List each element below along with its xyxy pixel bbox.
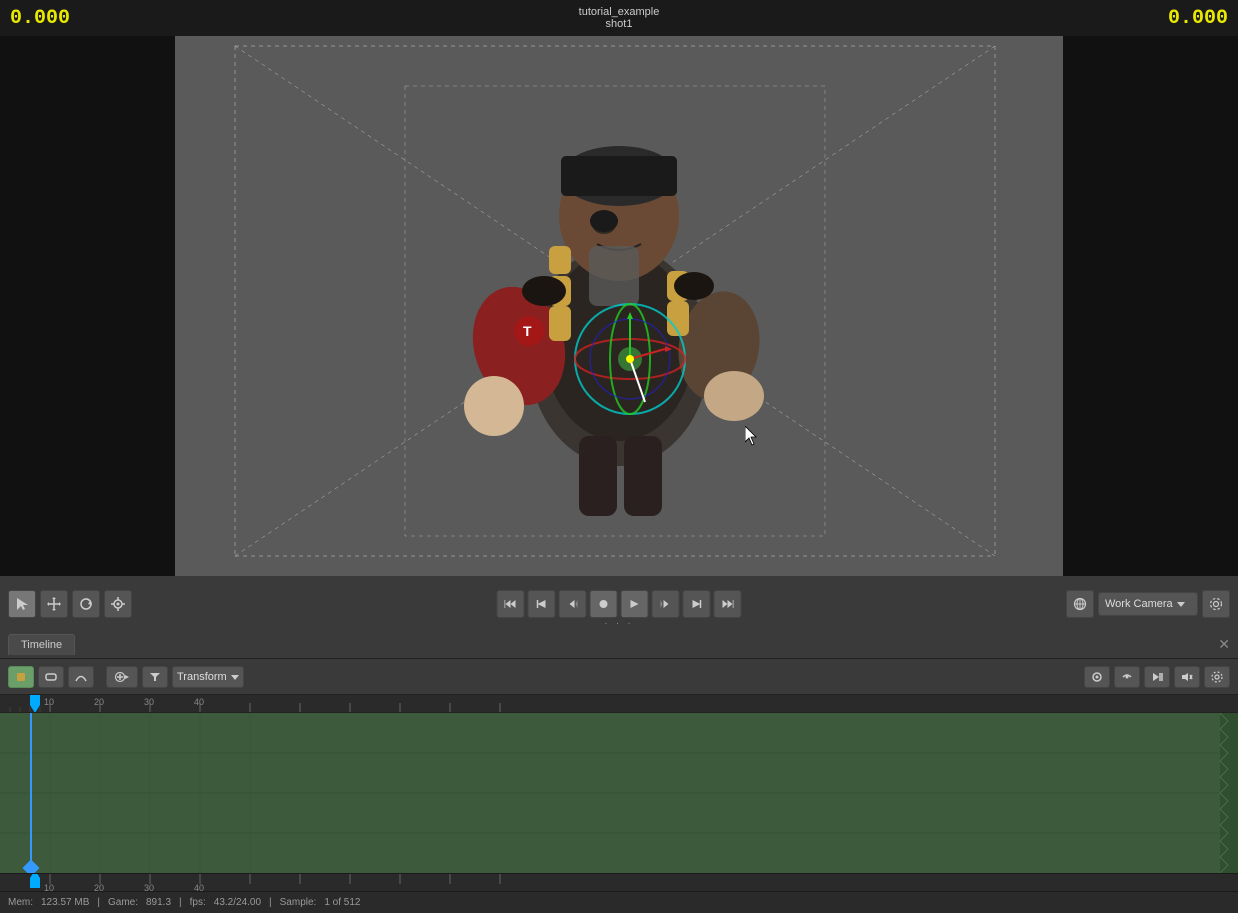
step-forward-btn[interactable] [683, 590, 711, 618]
timeline-panel: Timeline ✕ [0, 631, 1238, 891]
timeline-header: Timeline ✕ [0, 631, 1238, 659]
separator2: | [179, 897, 182, 908]
separator1: | [97, 897, 100, 908]
timeline-ruler-top: 10 20 30 40 [0, 695, 1238, 713]
rotation-gizmo[interactable] [565, 294, 685, 414]
cursor [745, 426, 759, 446]
timeline-right-btns [1084, 666, 1230, 688]
svg-text:20: 20 [94, 883, 104, 891]
camera-dropdown[interactable]: Work Camera [1098, 592, 1198, 616]
record-btn[interactable] [590, 590, 618, 618]
tl-curve-btn[interactable] [68, 666, 94, 688]
camera-dropdown-label: Work Camera [1105, 598, 1173, 610]
tl-item-btn[interactable] [38, 666, 64, 688]
sample-value: 1 of 512 [324, 897, 360, 908]
separator3: | [269, 897, 272, 908]
tl-jump-end-btn[interactable] [1144, 666, 1170, 688]
mem-value: 123.57 MB [41, 897, 89, 908]
gear-icon [1209, 597, 1223, 611]
shot-name: shot1 [579, 18, 660, 30]
left-panel [0, 36, 175, 576]
right-toolbar: Work Camera [1066, 590, 1230, 618]
svg-text:30: 30 [144, 697, 154, 707]
svg-text:10: 10 [44, 883, 54, 891]
prev-key-btn[interactable] [559, 590, 587, 618]
next-key-btn[interactable] [652, 590, 680, 618]
center-info: tutorial_example shot1 [579, 6, 660, 30]
timeline-tab[interactable]: Timeline [8, 634, 75, 655]
sample-label: Sample: [280, 897, 317, 908]
viewport[interactable]: T [175, 36, 1063, 576]
right-panel [1063, 36, 1238, 576]
timeline-track-svg [0, 713, 1238, 873]
move-tool-btn[interactable] [40, 590, 68, 618]
svg-text:40: 40 [194, 697, 204, 707]
fast-forward-btn[interactable] [714, 590, 742, 618]
timeline-content[interactable] [0, 713, 1238, 873]
ruler-bottom-svg: 10 20 30 40 [0, 874, 1200, 891]
time-left: 0.000 [10, 7, 70, 30]
tl-snap-btn[interactable] [1084, 666, 1110, 688]
timeline-toolbar: Transform [0, 659, 1238, 695]
transform-label: Transform [177, 671, 227, 683]
timeline-ruler-bottom: 10 20 30 40 [0, 873, 1238, 891]
playback-controls [497, 590, 742, 618]
chevron-down-icon [1177, 600, 1185, 608]
toolbar-dots: . . . [605, 616, 634, 627]
tl-keyframe-btn[interactable] [8, 666, 34, 688]
tl-mute-btn[interactable] [1174, 666, 1200, 688]
time-right: 0.000 [1168, 7, 1228, 30]
transform-dropdown[interactable]: Transform [172, 666, 244, 688]
playhead-top[interactable] [30, 695, 40, 713]
timeline-close-btn[interactable]: ✕ [1218, 636, 1230, 653]
transform-chevron-icon [231, 673, 239, 681]
ruler-svg: 10 20 30 40 [0, 695, 1200, 713]
mem-label: Mem: [8, 897, 33, 908]
svg-text:10: 10 [44, 697, 54, 707]
settings-btn[interactable] [1202, 590, 1230, 618]
tl-filter-btn[interactable] [142, 666, 168, 688]
fps-label: fps: [190, 897, 206, 908]
game-label: Game: [108, 897, 138, 908]
select-tool-btn[interactable] [8, 590, 36, 618]
tl-settings2-btn[interactable] [1204, 666, 1230, 688]
world-space-btn[interactable] [1066, 590, 1094, 618]
main-toolbar: . . . Work Camera [0, 576, 1238, 631]
focus-tool-btn[interactable] [104, 590, 132, 618]
playhead-line[interactable] [30, 713, 32, 873]
status-bar: Mem: 123.57 MB | Game: 891.3 | fps: 43.2… [0, 891, 1238, 913]
rotate-tool-btn[interactable] [72, 590, 100, 618]
tl-snap2-btn[interactable] [1114, 666, 1140, 688]
top-bar: 0.000 tutorial_example shot1 0.000 [0, 0, 1238, 36]
playhead-bottom-marker[interactable] [30, 873, 40, 891]
svg-text:30: 30 [144, 883, 154, 891]
fps-value: 43.2/24.00 [214, 897, 261, 908]
viewport-container: T [0, 36, 1238, 576]
svg-text:20: 20 [94, 697, 104, 707]
rewind-end-btn[interactable] [497, 590, 525, 618]
project-name: tutorial_example [579, 6, 660, 18]
tl-add-btn[interactable] [106, 666, 138, 688]
play-btn[interactable] [621, 590, 649, 618]
svg-text:40: 40 [194, 883, 204, 891]
svg-text:T: T [523, 323, 532, 339]
game-value: 891.3 [146, 897, 171, 908]
step-back-btn[interactable] [528, 590, 556, 618]
